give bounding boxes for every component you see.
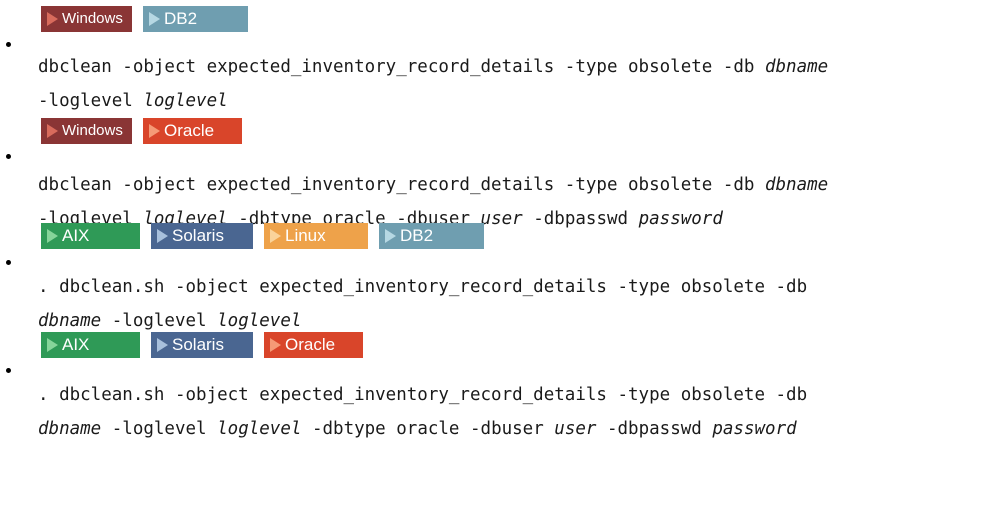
command-variable: loglevel bbox=[217, 311, 302, 331]
command-text: . dbclean.sh -object expected_inventory_… bbox=[38, 378, 978, 446]
command-line: dbclean -object expected_inventory_recor… bbox=[38, 168, 978, 202]
command-variable: user bbox=[554, 419, 597, 439]
command-literal: -loglevel bbox=[38, 91, 144, 111]
command-line: -loglevel loglevel bbox=[38, 84, 978, 118]
command-line: dbclean -object expected_inventory_recor… bbox=[38, 50, 978, 84]
platform-tag-label: AIX bbox=[62, 226, 90, 245]
triangle-right-icon bbox=[47, 124, 58, 138]
platform-tags: Windows DB2 bbox=[41, 6, 248, 32]
command-text: . dbclean.sh -object expected_inventory_… bbox=[38, 270, 978, 338]
command-variable: dbname bbox=[38, 311, 102, 331]
triangle-right-icon bbox=[47, 338, 58, 352]
command-literal: -dbpasswd bbox=[596, 419, 713, 439]
platform-tag-aix: AIX bbox=[41, 332, 140, 358]
platform-tag-windows: Windows bbox=[41, 6, 132, 32]
command-variable: loglevel bbox=[217, 419, 302, 439]
platform-tag-label: DB2 bbox=[164, 9, 198, 28]
command-text: dbclean -object expected_inventory_recor… bbox=[38, 50, 978, 118]
platform-tag-label: Solaris bbox=[172, 335, 224, 354]
bullet-icon bbox=[6, 154, 11, 159]
platform-tags: AIX Solaris Linux DB2 bbox=[41, 223, 484, 249]
platform-tag-label: DB2 bbox=[400, 226, 434, 245]
triangle-right-icon bbox=[385, 229, 396, 243]
triangle-right-icon bbox=[270, 229, 281, 243]
command-literal: . dbclean.sh -object expected_inventory_… bbox=[38, 277, 808, 297]
triangle-right-icon bbox=[157, 229, 168, 243]
platform-tag-linux: Linux bbox=[264, 223, 368, 249]
command-literal: dbclean -object expected_inventory_recor… bbox=[38, 175, 765, 195]
command-variable: password bbox=[712, 419, 797, 439]
platform-tag-aix: AIX bbox=[41, 223, 140, 249]
platform-tag-db2: DB2 bbox=[143, 6, 248, 32]
platform-tags: AIX Solaris Oracle bbox=[41, 332, 363, 358]
command-literal: -loglevel bbox=[101, 419, 218, 439]
command-line: . dbclean.sh -object expected_inventory_… bbox=[38, 270, 978, 304]
bullet-icon bbox=[6, 42, 11, 47]
triangle-right-icon bbox=[149, 124, 160, 138]
command-literal: -loglevel bbox=[101, 311, 218, 331]
triangle-right-icon bbox=[47, 229, 58, 243]
platform-tag-label: AIX bbox=[62, 335, 90, 354]
bullet-icon bbox=[6, 260, 11, 265]
command-line: dbname -loglevel loglevel -dbtype oracle… bbox=[38, 412, 978, 446]
command-variable: password bbox=[638, 209, 723, 229]
command-literal: dbclean -object expected_inventory_recor… bbox=[38, 57, 765, 77]
platform-tag-label: Linux bbox=[285, 226, 326, 245]
platform-tag-label: Windows bbox=[62, 122, 123, 139]
platform-tag-solaris: Solaris bbox=[151, 223, 253, 249]
platform-tag-solaris: Solaris bbox=[151, 332, 253, 358]
command-variable: dbname bbox=[764, 175, 829, 195]
command-variable: loglevel bbox=[143, 91, 228, 111]
bullet-icon bbox=[6, 368, 11, 373]
command-variable: dbname bbox=[38, 419, 102, 439]
platform-tag-windows: Windows bbox=[41, 118, 132, 144]
command-line: . dbclean.sh -object expected_inventory_… bbox=[38, 378, 978, 412]
triangle-right-icon bbox=[149, 12, 160, 26]
platform-tags: Windows Oracle bbox=[41, 118, 242, 144]
command-literal: -dbtype oracle -dbuser bbox=[301, 419, 555, 439]
command-variable: dbname bbox=[764, 57, 829, 77]
command-literal: -dbpasswd bbox=[522, 209, 639, 229]
triangle-right-icon bbox=[270, 338, 281, 352]
platform-tag-label: Windows bbox=[62, 10, 123, 27]
command-variable: user bbox=[480, 209, 523, 229]
platform-tag-label: Oracle bbox=[164, 121, 215, 140]
triangle-right-icon bbox=[157, 338, 168, 352]
platform-tag-label: Solaris bbox=[172, 226, 224, 245]
triangle-right-icon bbox=[47, 12, 58, 26]
platform-tag-label: Oracle bbox=[285, 335, 336, 354]
command-literal: . dbclean.sh -object expected_inventory_… bbox=[38, 385, 808, 405]
platform-tag-oracle: Oracle bbox=[143, 118, 242, 144]
platform-tag-oracle: Oracle bbox=[264, 332, 363, 358]
platform-tag-db2: DB2 bbox=[379, 223, 484, 249]
